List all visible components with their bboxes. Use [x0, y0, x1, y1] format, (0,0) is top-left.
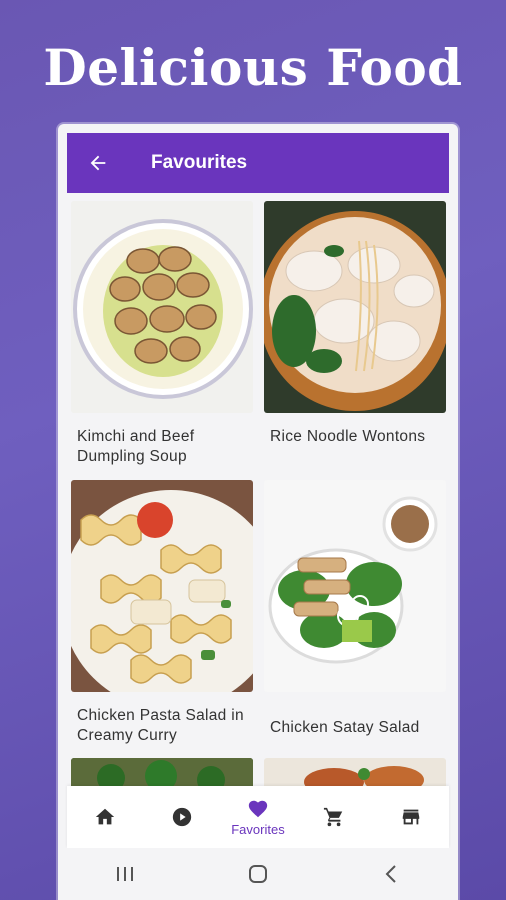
recipe-title: Rice Noodle Wontons: [270, 428, 426, 445]
store-icon: [402, 809, 419, 825]
recipe-card-rice-noodle-wontons[interactable]: Rice Noodle Wontons: [264, 201, 446, 447]
recipe-image: [71, 480, 253, 692]
recipe-title: Chicken Satay Salad: [270, 719, 420, 736]
recipe-title: Kimchi and Beef Dumpling Soup: [77, 428, 195, 465]
nav-favorites[interactable]: Favorites: [223, 787, 293, 847]
nav-favorites-label: Favorites: [231, 821, 285, 837]
nav-videos[interactable]: [147, 787, 217, 847]
recipe-image: [264, 480, 446, 692]
recents-button[interactable]: [95, 854, 155, 894]
phone-screen: Favourites Kimchi and Beef Dumpling Soup…: [58, 124, 458, 900]
recipe-title: Chicken Pasta Salad in Creamy Curry: [77, 707, 244, 744]
cart-icon: [324, 807, 343, 827]
recents-icon: [116, 867, 133, 881]
play-circle-icon: [172, 807, 191, 827]
recipe-card-chicken-pasta-salad[interactable]: Chicken Pasta Salad in Creamy Curry: [71, 480, 253, 746]
system-navigation: [58, 848, 458, 900]
home-circle-icon: [248, 865, 267, 883]
recipe-image: [264, 201, 446, 413]
system-home-button[interactable]: [228, 854, 288, 894]
arrow-back-icon[interactable]: [85, 150, 111, 176]
recipe-image: [71, 201, 253, 413]
recipe-card-dumpling-soup[interactable]: Kimchi and Beef Dumpling Soup: [71, 201, 253, 467]
system-back-button[interactable]: [361, 854, 421, 894]
nav-cart[interactable]: [299, 787, 369, 847]
heart-icon: [248, 800, 268, 817]
bottom-navigation: Favorites: [67, 786, 449, 848]
recipe-card-chicken-satay-salad[interactable]: Chicken Satay Salad: [264, 480, 446, 738]
home-icon: [96, 808, 115, 825]
page-title: Favourites: [151, 152, 248, 173]
nav-store[interactable]: [376, 787, 446, 847]
app-bar: Favourites: [67, 133, 449, 193]
back-chevron-icon: [385, 865, 397, 883]
promo-headline: Delicious Food: [43, 38, 463, 97]
nav-home[interactable]: [70, 787, 140, 847]
